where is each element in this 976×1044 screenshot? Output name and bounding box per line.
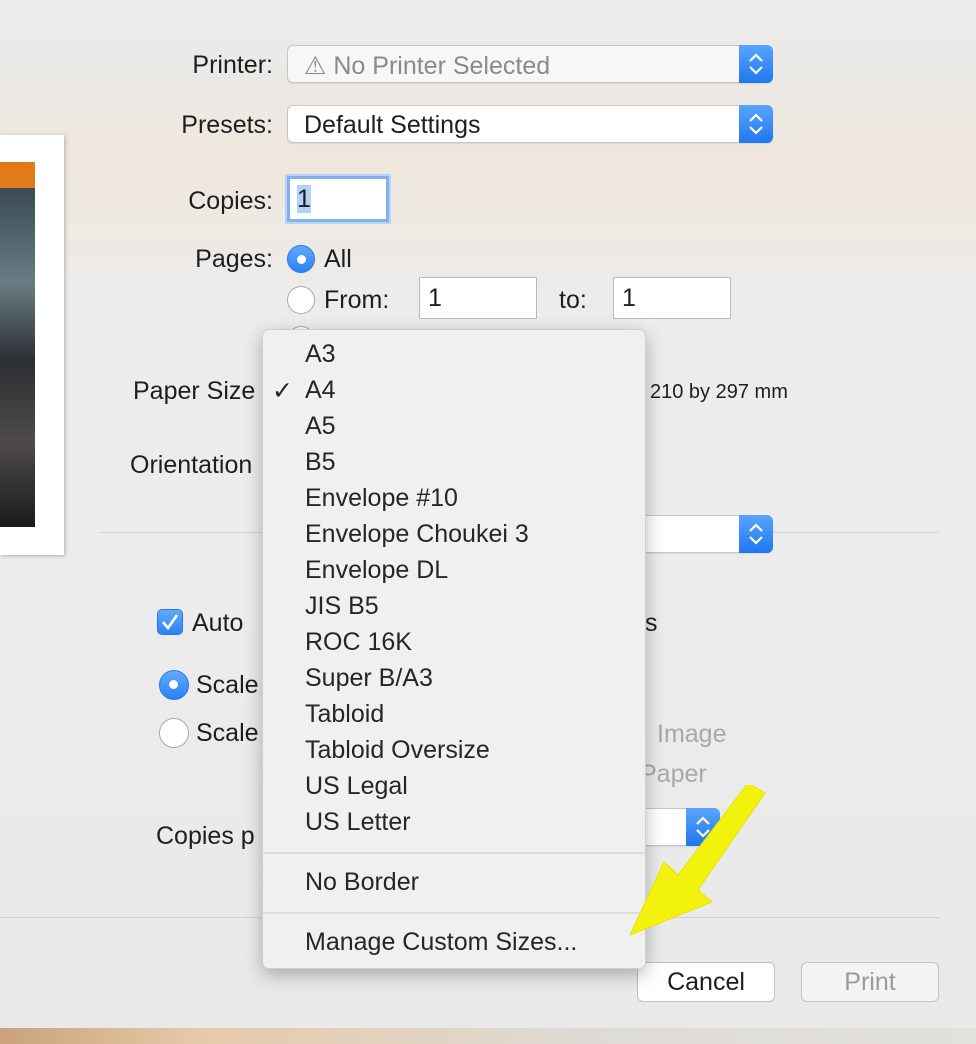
scale-image-label: Image <box>657 720 727 748</box>
arrow-annotation-icon <box>629 785 766 936</box>
menu-separator <box>263 912 645 914</box>
menu-item[interactable]: A4 <box>305 376 336 405</box>
presets-label: Presets: <box>181 111 273 139</box>
menu-item[interactable]: Tabloid Oversize <box>305 736 490 765</box>
pages-label: Pages: <box>195 245 273 273</box>
menu-item[interactable]: Tabloid <box>305 700 384 729</box>
auto-label-suffix: s <box>645 609 658 637</box>
pages-from-input[interactable]: 1 <box>419 277 537 319</box>
copies-value: 1 <box>297 185 311 213</box>
menu-item[interactable]: US Letter <box>305 808 411 837</box>
pages-from-radio[interactable] <box>287 286 315 314</box>
presets-select[interactable]: Default Settings <box>287 105 773 143</box>
scale-label-1: Scale <box>196 671 259 699</box>
menu-separator <box>263 852 645 854</box>
printer-select[interactable]: ⚠ No Printer Selected <box>287 45 773 83</box>
chevron-updown-icon <box>739 45 773 83</box>
window-bottom-edge <box>0 1028 976 1044</box>
menu-item[interactable]: JIS B5 <box>305 592 379 621</box>
print-preview <box>0 135 64 555</box>
menu-item[interactable]: Envelope DL <box>305 556 448 585</box>
checkmark-icon: ✓ <box>272 377 293 405</box>
auto-label: Auto <box>192 609 244 637</box>
menu-item[interactable]: Envelope Choukei 3 <box>305 520 529 549</box>
chevron-updown-icon <box>739 105 773 143</box>
pages-to-label: to: <box>559 286 587 314</box>
checkmark-icon <box>162 614 179 631</box>
menu-item-manage-custom-sizes[interactable]: Manage Custom Sizes... <box>305 928 577 957</box>
pages-all-label: All <box>324 245 352 273</box>
printer-value: No Printer Selected <box>333 52 551 80</box>
menu-item[interactable]: B5 <box>305 448 336 477</box>
scale-radio-1[interactable] <box>159 670 189 700</box>
pages-from-label: From: <box>324 286 390 314</box>
pages-all-radio[interactable] <box>287 245 315 273</box>
chevron-updown-icon <box>739 515 773 553</box>
copies-label: Copies: <box>188 187 273 215</box>
menu-item[interactable]: A3 <box>305 340 336 369</box>
menu-item[interactable]: A5 <box>305 412 336 441</box>
cancel-button[interactable]: Cancel <box>637 962 775 1002</box>
menu-item[interactable]: ROC 16K <box>305 628 412 657</box>
menu-item[interactable]: Super B/A3 <box>305 664 433 693</box>
menu-item[interactable]: Envelope #10 <box>305 484 458 513</box>
scale-label-2: Scale <box>196 719 259 747</box>
copies-input[interactable]: 1 <box>287 176 389 222</box>
print-button[interactable]: Print <box>801 962 939 1002</box>
menu-item-no-border[interactable]: No Border <box>305 868 419 897</box>
orientation-label: Orientation <box>130 451 253 479</box>
preview-image <box>0 162 35 527</box>
scale-radio-2[interactable] <box>159 718 189 748</box>
printer-label: Printer: <box>192 51 273 79</box>
presets-value: Default Settings <box>304 111 481 139</box>
warning-icon: ⚠ <box>304 52 327 80</box>
paper-size-menu[interactable]: A3 A4 ✓ A5 B5 Envelope #10 Envelope Choukei 3 E… <box>262 329 646 969</box>
paper-size-dimensions: 210 by 297 mm <box>650 381 788 403</box>
copies-per-page-label: Copies p <box>156 822 255 850</box>
auto-checkbox[interactable] <box>157 609 183 635</box>
menu-item[interactable]: US Legal <box>305 772 408 801</box>
paper-size-label: Paper Size <box>133 377 256 405</box>
pages-to-input[interactable]: 1 <box>613 277 731 319</box>
